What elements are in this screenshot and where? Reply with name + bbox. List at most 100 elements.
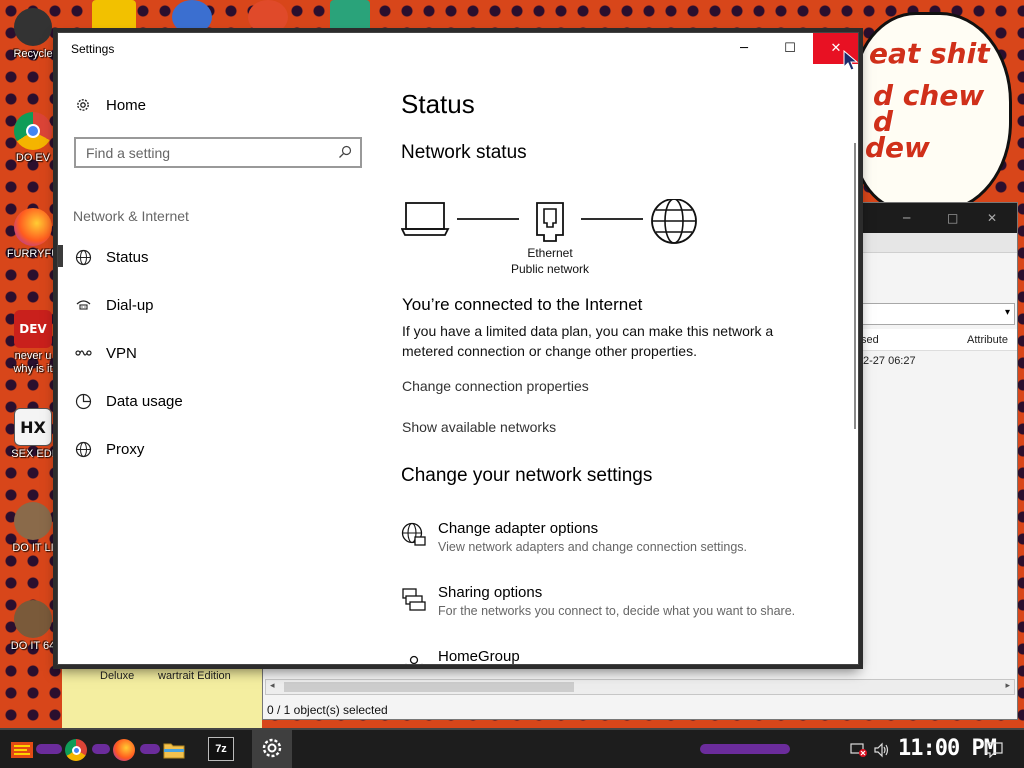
nav-section-heading: Network & Internet	[73, 208, 189, 224]
nav-home[interactable]: Home	[74, 90, 146, 120]
network-status-heading: Network status	[401, 142, 527, 163]
desktop-icon-hxd[interactable]: HX SEX EDI	[4, 408, 62, 461]
taskbar-firefox[interactable]	[110, 736, 138, 764]
network-type-label: Public network	[510, 262, 590, 276]
taskbar-settings-active[interactable]	[252, 730, 292, 768]
show-available-networks-link[interactable]: Show available networks	[402, 419, 556, 435]
desktop-icon-recycle[interactable]: Recycle	[4, 8, 62, 61]
column-header[interactable]: sed	[861, 334, 879, 346]
portrait-icon	[14, 502, 52, 540]
ethernet-icon	[536, 202, 564, 242]
maximize-icon[interactable]: □	[947, 211, 958, 225]
search-input[interactable]	[76, 139, 360, 166]
search-icon[interactable]	[338, 145, 352, 159]
minimize-icon[interactable]: ─	[903, 211, 910, 225]
scroll-left-icon[interactable]: ◂	[270, 681, 275, 691]
desktop-icon-chrome[interactable]: DO EV	[4, 112, 62, 165]
option-text: HomeGroup	[438, 648, 520, 665]
desktop-icon-label: FURRYFU	[6, 248, 60, 260]
change-adapter-options[interactable]: Change adapter options View network adap…	[401, 520, 747, 556]
wallpaper-caption: wartrait Edition	[158, 670, 231, 682]
hex-editor-icon: HX	[14, 408, 52, 446]
globe-icon	[74, 440, 92, 458]
laptop-icon	[401, 202, 450, 236]
sharing-icon	[402, 588, 426, 611]
portrait-icon	[14, 600, 52, 638]
volume-tray-icon[interactable]	[868, 736, 896, 764]
comic-text-line: eat shit	[869, 37, 990, 70]
speaker-icon	[874, 742, 889, 758]
taskbar-7zip[interactable]: 7z	[208, 737, 234, 761]
change-connection-properties-link[interactable]: Change connection properties	[402, 378, 589, 394]
sharing-options[interactable]: Sharing options For the networks you con…	[401, 584, 795, 620]
minimize-button[interactable]: ─	[721, 33, 767, 64]
notification-icon	[985, 742, 1003, 758]
maximize-button[interactable]: ☐	[767, 33, 813, 64]
desktop-icon-label: DO IT LI	[12, 542, 54, 554]
horizontal-scrollbar[interactable]: ◂ ▸	[265, 679, 1015, 695]
vpn-icon	[74, 344, 92, 362]
firefox-icon	[14, 208, 52, 246]
start-icon	[11, 742, 33, 758]
settings-window[interactable]: Settings ─ ☐ ✕ Home Network & Internet S…	[57, 32, 859, 665]
option-title: Sharing options	[438, 584, 543, 601]
desktop-top-icon-4[interactable]	[330, 0, 370, 34]
file-list-cell[interactable]: 2-27 06:27	[863, 355, 916, 367]
sidebar-item-data-usage[interactable]: Data usage	[74, 386, 183, 416]
desktop-icon-portrait-1[interactable]: DO IT LI	[4, 502, 62, 555]
connected-heading: You’re connected to the Internet	[402, 295, 643, 314]
option-description: View network adapters and change connect…	[438, 540, 747, 554]
taskbar-decoration	[700, 744, 790, 754]
desktop-icon-label-line2: why is it	[13, 363, 53, 375]
sidebar-item-label: Dial-up	[106, 296, 154, 314]
option-description: For the networks you connect to, decide …	[438, 604, 796, 618]
desktop-icon-portrait-2[interactable]: DO IT 64	[4, 600, 62, 653]
network-diagram	[401, 199, 697, 244]
column-header[interactable]: Attribute	[967, 334, 1008, 346]
option-text: Change adapter options View network adap…	[438, 520, 747, 556]
desktop-icon-devcpp[interactable]: DEV never u why is it	[4, 310, 62, 376]
sidebar-item-proxy[interactable]: Proxy	[74, 434, 144, 464]
desktop-top-icon-2[interactable]	[172, 0, 212, 34]
dialup-icon	[74, 296, 92, 314]
search-box[interactable]	[74, 137, 362, 168]
desktop-top-icon-3[interactable]	[248, 0, 288, 34]
file-manager-combo[interactable]: ▾	[861, 303, 1015, 325]
change-network-settings-heading: Change your network settings	[401, 465, 653, 486]
sidebar-item-label: Status	[106, 248, 149, 266]
desktop-top-icon-1[interactable]	[92, 0, 136, 34]
desktop-icon-label: SEX EDI	[11, 448, 55, 460]
desktop-icon-label: DO EV	[15, 152, 51, 164]
option-title: HomeGroup	[438, 648, 520, 665]
gear-icon	[260, 736, 284, 760]
sidebar-item-status[interactable]: Status	[74, 242, 149, 272]
sidebar-item-label: Proxy	[106, 440, 145, 458]
firefox-icon	[113, 739, 135, 761]
page-title: Status	[401, 89, 475, 119]
sidebar-item-vpn[interactable]: VPN	[74, 338, 137, 368]
status-bar-text: 0 / 1 object(s) selected	[267, 703, 388, 717]
wallpaper-caption: Deluxe	[100, 670, 135, 682]
taskbar-decoration	[92, 744, 110, 754]
file-list-header: sed Attribute	[861, 329, 1017, 351]
chevron-down-icon: ▾	[1004, 307, 1010, 318]
nav-home-label: Home	[106, 96, 147, 114]
desktop-icon-firefox[interactable]: FURRYFU	[4, 208, 62, 261]
start-button[interactable]	[8, 736, 36, 764]
chrome-icon	[65, 739, 87, 761]
close-icon[interactable]: ✕	[987, 211, 997, 225]
vertical-scrollbar[interactable]	[854, 143, 856, 429]
scroll-right-icon[interactable]: ▸	[1005, 681, 1010, 691]
taskbar-file-explorer[interactable]	[160, 736, 188, 764]
adapter-icon	[401, 522, 426, 546]
data-usage-icon	[74, 392, 92, 410]
globe-icon	[74, 248, 92, 266]
gear-icon	[74, 96, 92, 114]
taskbar-chrome[interactable]	[62, 736, 90, 764]
homegroup-option[interactable]: HomeGroup	[401, 648, 520, 665]
globe-icon	[651, 199, 697, 244]
desktop-icon-label: DO IT 64	[10, 640, 56, 652]
scrollbar-thumb[interactable]	[284, 682, 574, 692]
sidebar-item-dialup[interactable]: Dial-up	[74, 290, 154, 320]
action-center-button[interactable]	[980, 736, 1008, 764]
